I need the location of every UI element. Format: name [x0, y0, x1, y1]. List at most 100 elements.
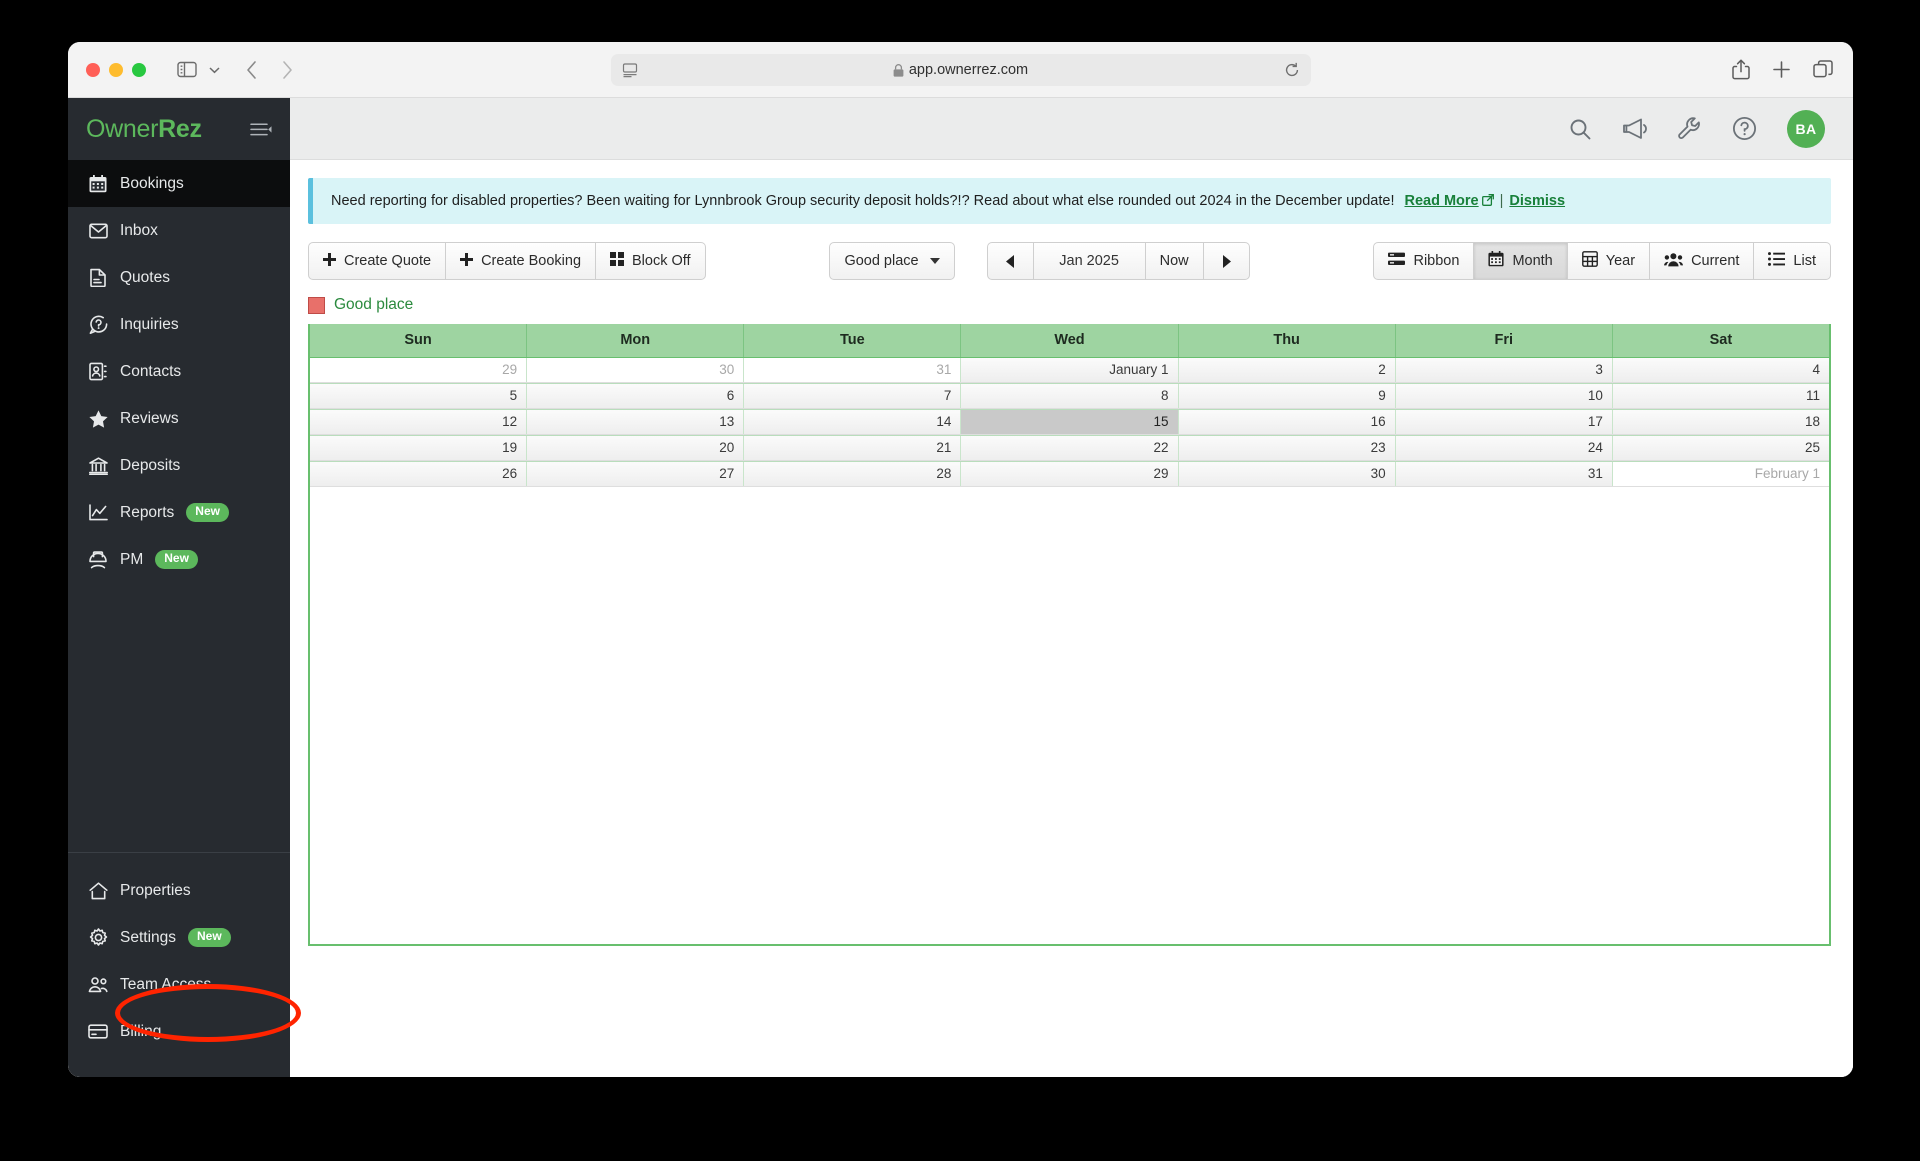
- calendar-date-number[interactable]: 3: [1396, 358, 1613, 382]
- new-tab-plus-icon[interactable]: [1772, 56, 1791, 84]
- calendar-date-number[interactable]: 4: [1613, 358, 1829, 382]
- calendar-date-number[interactable]: 15: [961, 410, 1179, 434]
- property-selector-button[interactable]: Good place: [829, 242, 955, 280]
- megaphone-icon[interactable]: [1622, 117, 1647, 141]
- sidebar-item-inbox[interactable]: Inbox: [68, 207, 290, 254]
- grid-icon: [1581, 251, 1598, 271]
- calendar-icon: [1488, 251, 1504, 271]
- view-ribbon-button[interactable]: Ribbon: [1373, 242, 1475, 280]
- sidebar-item-reviews[interactable]: Reviews: [68, 395, 290, 442]
- sidebar-item-properties[interactable]: Properties: [68, 867, 290, 914]
- block-off-button[interactable]: Block Off: [596, 242, 706, 280]
- view-current-button[interactable]: Current: [1650, 242, 1755, 280]
- search-icon[interactable]: [1568, 117, 1592, 141]
- calendar-toolbar: Create Quote Create Booking Block Off Go…: [308, 242, 1831, 280]
- calendar-date-number[interactable]: 18: [1613, 410, 1829, 434]
- calendar-date-number[interactable]: 27: [527, 462, 745, 486]
- app-header: BA: [290, 98, 1853, 160]
- calendar-date-number[interactable]: 29: [310, 358, 528, 382]
- calendar-week: 19 20 21 22 23 24 25: [310, 435, 1829, 461]
- now-button[interactable]: Now: [1145, 242, 1204, 280]
- calendar-date-number[interactable]: 29: [961, 462, 1179, 486]
- dismiss-link[interactable]: Dismiss: [1509, 193, 1565, 209]
- people-icon: [1664, 252, 1684, 271]
- calendar-date-number[interactable]: 8: [961, 384, 1179, 408]
- day-header-mon: Mon: [527, 324, 745, 357]
- window-traffic-lights: [86, 62, 146, 77]
- calendar-date-number[interactable]: 9: [1179, 384, 1396, 408]
- calendar-date-number[interactable]: 2: [1179, 358, 1396, 382]
- calendar-date-number[interactable]: 24: [1396, 436, 1613, 460]
- calendar-date-number[interactable]: 10: [1396, 384, 1613, 408]
- calendar-date-number[interactable]: 20: [527, 436, 745, 460]
- chevron-down-icon[interactable]: [204, 56, 224, 84]
- period-navigation-group: Jan 2025 Now: [986, 242, 1250, 280]
- calendar-date-number[interactable]: 7: [744, 384, 962, 408]
- address-bar[interactable]: app.ownerrez.com: [610, 54, 1311, 86]
- sidebar-item-billing[interactable]: Billing: [68, 1008, 290, 1055]
- calendar-date-number[interactable]: 13: [527, 410, 745, 434]
- next-month-button[interactable]: [1203, 242, 1250, 280]
- legend-label[interactable]: Good place: [334, 296, 413, 314]
- view-list-button[interactable]: List: [1754, 242, 1831, 280]
- calendar-date-number[interactable]: 17: [1396, 410, 1613, 434]
- calendar-date-number[interactable]: 23: [1179, 436, 1396, 460]
- sidebar-main-nav: Bookings Inbox Quotes Inquiries Contacts Revi…: [68, 160, 290, 583]
- tab-overview-icon[interactable]: [1813, 56, 1833, 84]
- sidebar-item-quotes[interactable]: Quotes: [68, 254, 290, 301]
- plus-icon: [323, 252, 336, 270]
- day-header-sat: Sat: [1709, 332, 1733, 348]
- sidebar-item-settings[interactable]: Settings New: [68, 914, 290, 961]
- calendar-date-number[interactable]: 16: [1179, 410, 1396, 434]
- calendar-date-number[interactable]: 30: [527, 358, 745, 382]
- calendar-date-number[interactable]: 14: [744, 410, 962, 434]
- calendar-date-number[interactable]: 6: [527, 384, 745, 408]
- minimize-window-button[interactable]: [109, 62, 123, 77]
- sidebar-item-team-access[interactable]: Team Access: [68, 961, 290, 1008]
- read-more-link[interactable]: Read More: [1404, 193, 1494, 210]
- calendar-date-number[interactable]: 31: [1396, 462, 1613, 486]
- sidebar-item-inquiries[interactable]: Inquiries: [68, 301, 290, 348]
- previous-month-button[interactable]: [986, 242, 1034, 280]
- sidebar-item-contacts[interactable]: Contacts: [68, 348, 290, 395]
- back-arrow-icon[interactable]: [236, 56, 266, 84]
- calendar-date-number[interactable]: 19: [310, 436, 528, 460]
- calendar-date-number[interactable]: 22: [961, 436, 1179, 460]
- sidebar-item-bookings[interactable]: Bookings: [68, 160, 290, 207]
- maximize-window-button[interactable]: [132, 62, 146, 77]
- close-window-button[interactable]: [86, 62, 100, 77]
- calendar-date-number[interactable]: 25: [1613, 436, 1829, 460]
- user-avatar[interactable]: BA: [1787, 109, 1825, 148]
- help-circle-icon[interactable]: [1732, 116, 1757, 141]
- calendar-date-number[interactable]: 5: [310, 384, 528, 408]
- calendar-week-date-row: 19 20 21 22 23 24 25: [310, 435, 1829, 461]
- reader-view-icon[interactable]: [622, 62, 638, 78]
- sidebar-brand[interactable]: OwnerRez: [68, 98, 290, 160]
- share-icon[interactable]: [1732, 56, 1750, 84]
- create-quote-button[interactable]: Create Quote: [308, 242, 447, 280]
- collapse-sidebar-icon[interactable]: [250, 122, 272, 137]
- day-header-tue: Tue: [744, 324, 962, 357]
- sidebar-toggle-icon[interactable]: [172, 56, 202, 84]
- legend-color-swatch: [308, 296, 325, 314]
- calendar-date-number[interactable]: 28: [744, 462, 962, 486]
- view-month-button[interactable]: Month: [1474, 242, 1568, 280]
- calendar-date-number[interactable]: 31: [744, 358, 962, 382]
- forward-arrow-icon[interactable]: [272, 56, 302, 84]
- reload-icon[interactable]: [1284, 62, 1300, 78]
- view-year-button[interactable]: Year: [1567, 242, 1651, 280]
- calendar-date-number[interactable]: 21: [744, 436, 962, 460]
- wrench-icon[interactable]: [1677, 116, 1702, 141]
- create-booking-button[interactable]: Create Booking: [446, 242, 597, 280]
- sidebar-item-reports[interactable]: Reports New: [68, 489, 290, 536]
- current-period-label[interactable]: Jan 2025: [1033, 242, 1146, 280]
- sidebar-item-deposits[interactable]: Deposits: [68, 442, 290, 489]
- property-selector-label: Good place: [844, 253, 919, 269]
- calendar-date-number[interactable]: 30: [1179, 462, 1396, 486]
- calendar-date-number[interactable]: 26: [310, 462, 528, 486]
- calendar-date-number[interactable]: February 1: [1612, 462, 1829, 486]
- calendar-date-number[interactable]: January 1: [961, 358, 1179, 382]
- calendar-date-number[interactable]: 12: [310, 410, 528, 434]
- sidebar-item-pm[interactable]: PM New: [68, 536, 290, 583]
- calendar-date-number[interactable]: 11: [1613, 384, 1829, 408]
